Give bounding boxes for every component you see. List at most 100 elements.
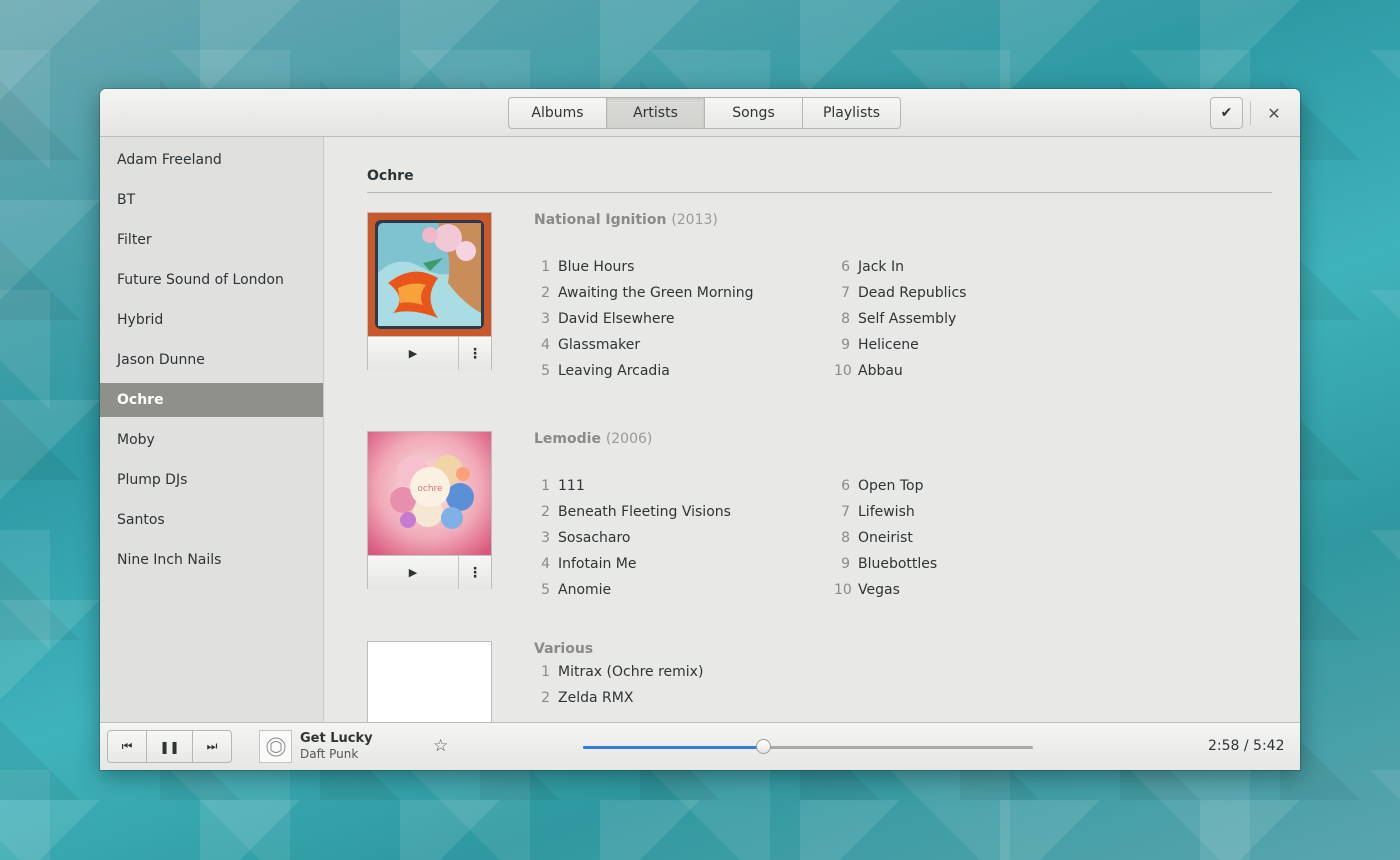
pause-icon: ❚❚ (159, 739, 180, 754)
star-icon[interactable]: ☆ (433, 736, 448, 756)
track-item[interactable]: 2 Zelda RMX (534, 685, 633, 711)
album-info: National Ignition (2013) 1 Blue Hours 2 Aw… (534, 212, 1234, 379)
album-controls: ▶ ⋮ (368, 555, 491, 589)
track-item[interactable]: 1 Blue Hours (534, 254, 634, 280)
track-item[interactable]: 2 Awaiting the Green Morning (534, 280, 753, 306)
tab-playlists[interactable]: Playlists (802, 97, 901, 129)
album-title: Lemodie (2006) (534, 431, 1234, 447)
now-playing-cover (259, 730, 292, 763)
header-separator (1250, 101, 1251, 125)
previous-button[interactable]: ⏮ (107, 730, 147, 763)
sidebar-item-plump-djs[interactable]: Plump DJs (100, 463, 323, 497)
track-number: 3 (541, 530, 550, 546)
select-button[interactable]: ✔ (1210, 97, 1243, 129)
track-item[interactable]: 1 111 (534, 473, 585, 499)
check-icon: ✔ (1220, 105, 1233, 121)
svg-text:ochre: ochre (417, 484, 443, 494)
album-title-text: Various (534, 641, 594, 657)
track-item[interactable]: 3 David Elsewhere (534, 306, 675, 332)
tab-artists[interactable]: Artists (606, 97, 705, 129)
album-cover-card (367, 641, 492, 722)
track-title: Awaiting the Green Morning (558, 285, 754, 301)
track-title: Self Assembly (858, 311, 957, 327)
track-item[interactable]: 1 Mitrax (Ochre remix) (534, 659, 703, 685)
music-note-icon (368, 642, 491, 722)
album-title-text: Lemodie (534, 431, 601, 447)
track-title: Bluebottles (858, 556, 938, 572)
track-number: 9 (841, 337, 850, 353)
sidebar-item-nine-inch-nails[interactable]: Nine Inch Nails (100, 543, 323, 577)
track-item[interactable]: 6 Jack In (834, 254, 904, 280)
track-item[interactable]: 6 Open Top (834, 473, 923, 499)
play-icon: ▶ (408, 347, 418, 360)
tab-albums[interactable]: Albums (508, 97, 607, 129)
track-title: Helicene (858, 337, 919, 353)
track-title: Abbau (858, 363, 903, 379)
track-item[interactable]: 8 Self Assembly (834, 306, 956, 332)
track-item[interactable]: 7 Lifewish (834, 499, 915, 525)
track-number: 2 (541, 690, 550, 706)
close-button[interactable]: ✕ (1260, 99, 1288, 127)
track-title: David Elsewhere (558, 311, 675, 327)
sidebar-item-bt[interactable]: BT (100, 183, 323, 217)
tab-songs[interactable]: Songs (704, 97, 803, 129)
track-item[interactable]: 10 Vegas (834, 577, 900, 603)
track-item[interactable]: 2 Beneath Fleeting Visions (534, 499, 731, 525)
album-menu-button[interactable]: ⋮ (459, 337, 491, 370)
track-item[interactable]: 10 Abbau (834, 358, 903, 384)
player-bar: ⏮ ❚❚ ⏭ Get Lucky Daft Punk ☆ 2:58 / 5:42 (100, 722, 1300, 770)
transport-controls: ⏮ ❚❚ ⏭ (107, 730, 232, 763)
next-button[interactable]: ⏭ (192, 730, 232, 763)
track-title: Dead Republics (858, 285, 967, 301)
track-number: 9 (841, 556, 850, 572)
play-album-button[interactable]: ▶ (368, 556, 459, 589)
track-number: 2 (541, 285, 550, 301)
track-title: Glassmaker (558, 337, 641, 353)
progress-handle[interactable] (756, 739, 771, 754)
track-title: 111 (558, 478, 585, 494)
close-icon: ✕ (1267, 103, 1281, 123)
track-item[interactable]: 3 Sosacharo (534, 525, 630, 551)
sidebar-item-ochre[interactable]: Ochre (100, 383, 323, 417)
album-menu-button[interactable]: ⋮ (459, 556, 491, 589)
sidebar-item-filter[interactable]: Filter (100, 223, 323, 257)
album-year: (2013) (671, 212, 718, 228)
play-icon: ▶ (408, 566, 418, 579)
sidebar-item-adam-freeland[interactable]: Adam Freeland (100, 143, 323, 177)
track-number: 1 (541, 478, 550, 494)
track-title: Zelda RMX (558, 690, 634, 706)
track-number: 5 (541, 363, 550, 379)
track-title: Lifewish (858, 504, 915, 520)
album-title: Various (534, 641, 1234, 657)
play-album-button[interactable]: ▶ (368, 337, 459, 370)
album-controls: ▶ ⋮ (368, 336, 491, 370)
sidebar-item-hybrid[interactable]: Hybrid (100, 303, 323, 337)
album-title: National Ignition (2013) (534, 212, 1234, 228)
track-number: 10 (834, 582, 852, 598)
track-number: 1 (541, 664, 550, 680)
progress-fill (583, 746, 763, 749)
track-item[interactable]: 8 Oneirist (834, 525, 913, 551)
track-item[interactable]: 9 Helicene (834, 332, 919, 358)
track-item[interactable]: 9 Bluebottles (834, 551, 937, 577)
album-info: Lemodie (2006) 1 111 2 Beneath Fleeting Vi… (534, 431, 1234, 598)
sidebar-item-moby[interactable]: Moby (100, 423, 323, 457)
track-item[interactable]: 7 Dead Republics (834, 280, 966, 306)
track-title: Infotain Me (558, 556, 637, 572)
pause-button[interactable]: ❚❚ (146, 730, 193, 763)
sidebar-item-santos[interactable]: Santos (100, 503, 323, 537)
track-number: 1 (541, 259, 550, 275)
album-title-text: National Ignition (534, 212, 667, 228)
track-item[interactable]: 5 Leaving Arcadia (534, 358, 670, 384)
sidebar-item-jason-dunne[interactable]: Jason Dunne (100, 343, 323, 377)
track-number: 6 (841, 478, 850, 494)
track-number: 5 (541, 582, 550, 598)
previous-icon: ⏮ (121, 739, 133, 753)
track-number: 4 (541, 556, 550, 572)
progress-slider[interactable] (583, 739, 1033, 754)
track-item[interactable]: 4 Glassmaker (534, 332, 640, 358)
track-item[interactable]: 5 Anomie (534, 577, 611, 603)
album-cover-card: ochre ▶ ⋮ (367, 431, 492, 589)
sidebar-item-future-sound-of-london[interactable]: Future Sound of London (100, 263, 323, 297)
track-item[interactable]: 4 Infotain Me (534, 551, 636, 577)
